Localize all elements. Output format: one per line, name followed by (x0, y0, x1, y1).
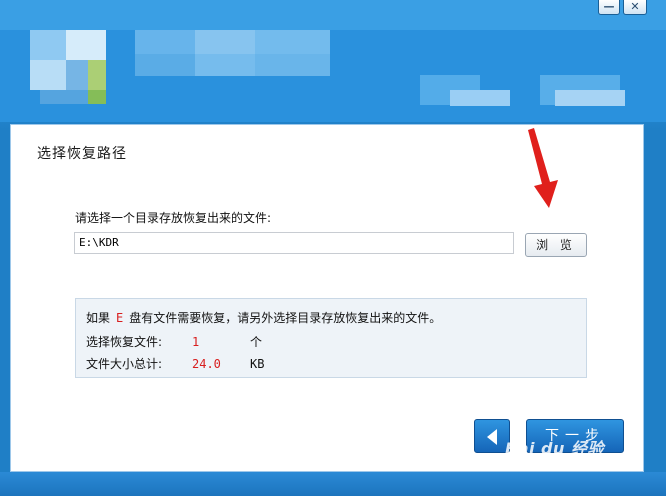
drive-letter: E (116, 311, 124, 325)
selected-files-unit: 个 (250, 335, 263, 349)
minimize-button[interactable]: — (598, 0, 620, 15)
info-warning: 如果 E 盘有文件需要恢复，请另外选择目录存放恢复出来的文件。 (86, 309, 441, 326)
info-prefix: 如果 (86, 311, 111, 325)
info-suffix: 盘有文件需要恢复，请另外选择目录存放恢复出来的文件。 (129, 311, 442, 325)
red-pointer-arrow-icon (528, 128, 558, 208)
page-title: 选择恢复路径 (37, 146, 127, 162)
watermark-logo: Bai du 经验 (505, 439, 604, 458)
close-button[interactable]: ✕ (623, 0, 647, 15)
selected-files-value: 1 (192, 335, 200, 349)
back-arrow-icon (487, 429, 497, 445)
directory-prompt: 请选择一个目录存放恢复出来的文件: (75, 211, 272, 225)
total-size-label: 文件大小总计: (86, 357, 163, 371)
total-size-value: 24.0 (192, 357, 221, 371)
total-size-unit: KB (250, 357, 265, 371)
selected-files-label: 选择恢复文件: (86, 335, 163, 349)
header-banner (0, 0, 666, 122)
recovery-wizard-window: — ✕ 选择恢复路径 请选择一个目录存放恢复出来的文件: E:\KDR 浏 览 … (0, 0, 666, 496)
total-size-row: 文件大小总计: 24.0 KB (86, 355, 264, 372)
baidu-watermark: Bai du 经验 jingyan.baidu.com (505, 435, 604, 470)
info-box: 如果 E 盘有文件需要恢复，请另外选择目录存放恢复出来的文件。 选择恢复文件: 1 个 … (75, 298, 587, 378)
recovery-path-input[interactable]: E:\KDR (74, 232, 514, 254)
browse-button[interactable]: 浏 览 (525, 233, 587, 257)
watermark-url: jingyan.baidu.com (505, 460, 589, 470)
selected-files-row: 选择恢复文件: 1 个 (86, 333, 262, 350)
footer-strip (0, 472, 666, 496)
